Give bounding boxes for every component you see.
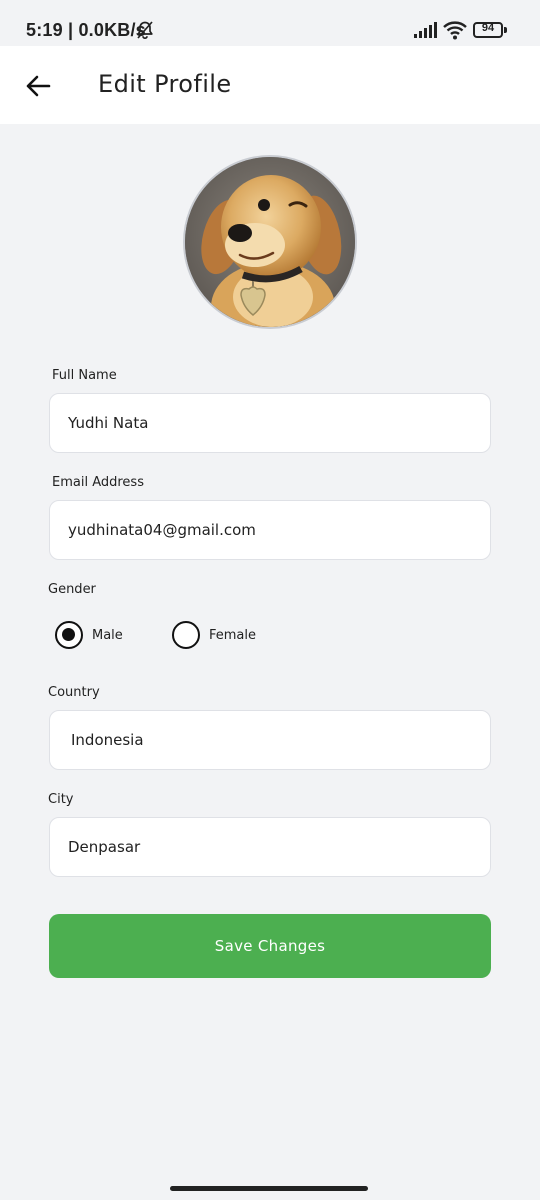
- back-button[interactable]: [16, 64, 60, 108]
- app-bar: Edit Profile: [0, 46, 540, 124]
- gender-option-male-label: Male: [92, 627, 123, 643]
- gender-option-female-label: Female: [209, 627, 257, 643]
- edit-profile-screen: 5:19 | 0.0KB/s 94 Edit Profile Full Name…: [0, 0, 540, 1200]
- battery-icon: 94: [473, 22, 507, 38]
- gender-option-female[interactable]: Female: [172, 621, 256, 649]
- country-input[interactable]: [49, 710, 491, 770]
- arrow-left-icon: [26, 75, 51, 97]
- gender-label: Gender: [48, 582, 96, 597]
- full-name-label: Full Name: [52, 368, 117, 383]
- full-name-input[interactable]: [49, 393, 491, 453]
- save-changes-button[interactable]: Save Changes: [49, 914, 491, 978]
- home-indicator[interactable]: [170, 1186, 368, 1191]
- dog-photo: [185, 157, 355, 327]
- email-label: Email Address: [52, 475, 144, 490]
- country-label: Country: [48, 685, 100, 700]
- radio-unchecked-icon[interactable]: [172, 621, 200, 649]
- battery-level: 94: [481, 22, 495, 34]
- status-time: 5:19 | 0.0KB/s: [26, 20, 146, 40]
- city-input[interactable]: [49, 817, 491, 877]
- wifi-icon: [443, 21, 467, 40]
- profile-avatar[interactable]: [183, 155, 357, 329]
- email-input[interactable]: [49, 500, 491, 560]
- bell-muted-icon: [137, 21, 153, 40]
- radio-checked-icon[interactable]: [55, 621, 83, 649]
- page-title: Edit Profile: [98, 70, 232, 98]
- gender-option-male[interactable]: Male: [55, 621, 123, 649]
- status-bar: 5:19 | 0.0KB/s 94: [0, 0, 540, 46]
- city-label: City: [48, 792, 74, 807]
- signal-icon: [414, 22, 437, 38]
